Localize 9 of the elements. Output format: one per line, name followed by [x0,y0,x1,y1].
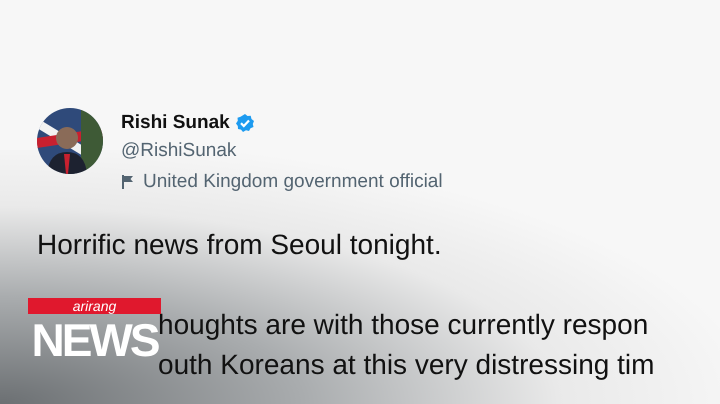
author-name[interactable]: Rishi Sunak [121,110,230,136]
logo-text: NEWS [30,314,159,366]
account-label: United Kingdom government official [143,170,443,194]
logo-wordmark: arirang [72,299,116,313]
author-handle: @RishiSunak [121,139,238,163]
tweet-text: outh Koreans at this very distressing tim [158,348,654,382]
tweet-text: houghts are with those currently respon [158,308,648,342]
flag-icon [121,174,135,190]
tweet-text: Horrific news from Seoul tonight. [37,228,442,262]
